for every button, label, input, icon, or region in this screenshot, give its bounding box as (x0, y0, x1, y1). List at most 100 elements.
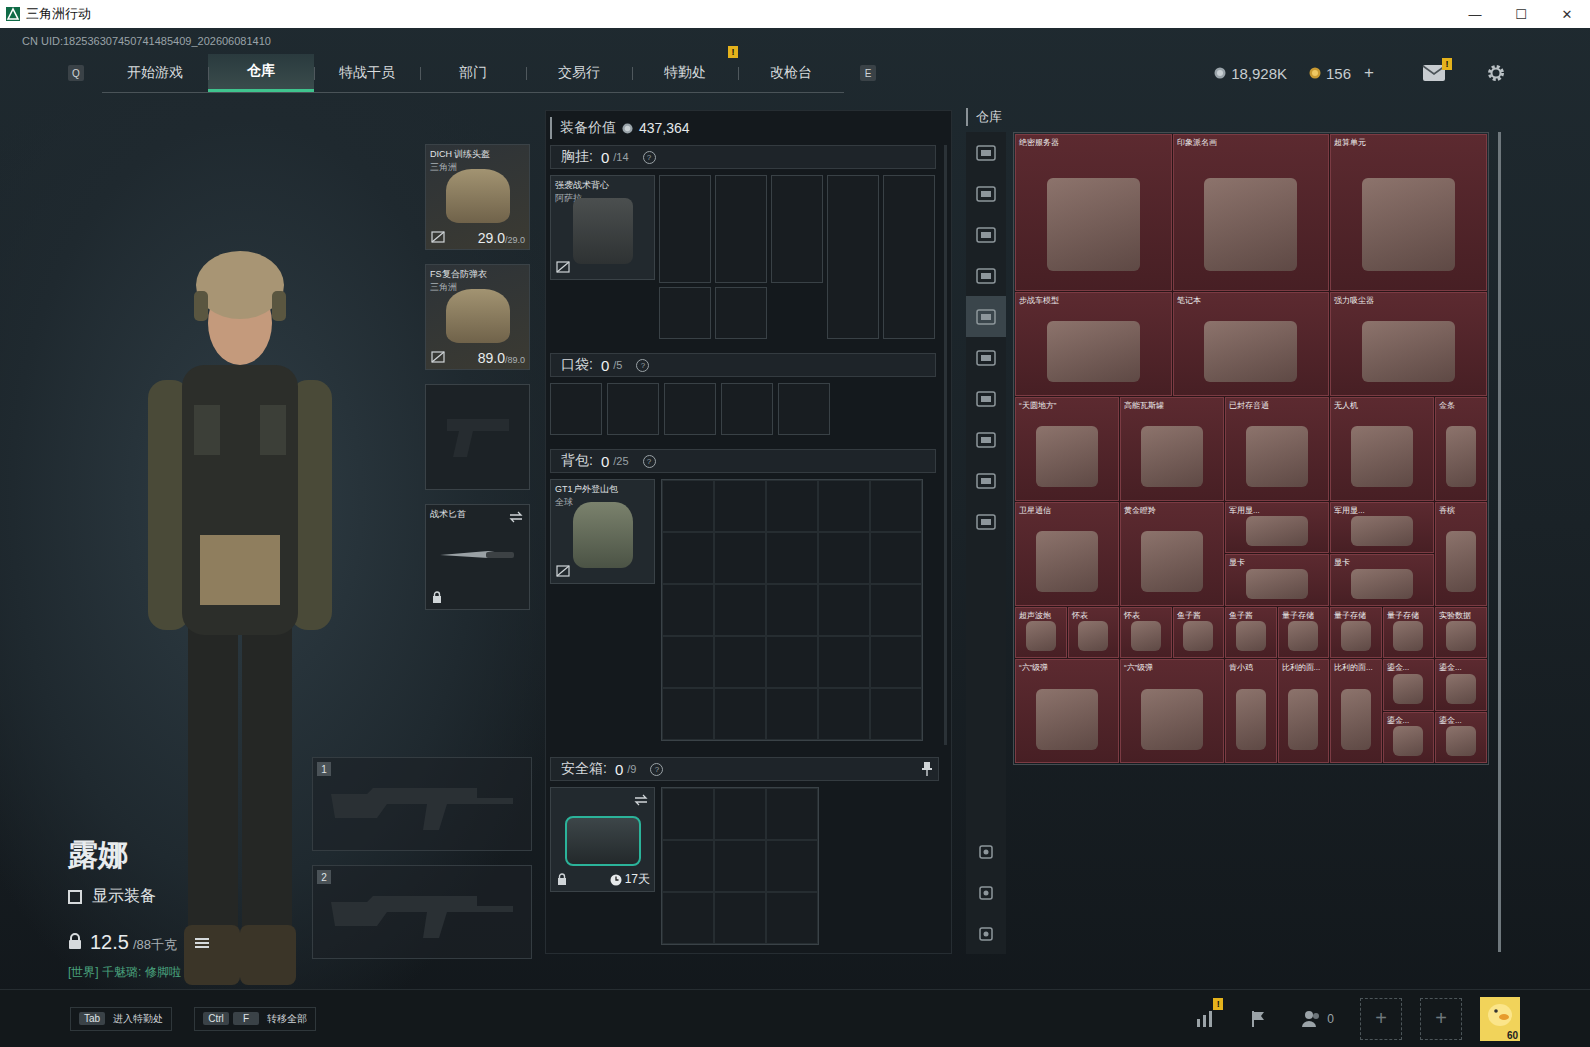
warehouse-item[interactable]: 绝密服务器 (1015, 134, 1172, 291)
pocket-cell[interactable] (778, 383, 830, 435)
warehouse-item[interactable]: 比利的面... (1278, 659, 1330, 763)
key-hint[interactable]: CtrlF转移全部 (194, 1007, 316, 1031)
warehouse-item[interactable]: 量子存储 (1383, 607, 1435, 659)
add-teammate-slot[interactable]: + (1360, 998, 1402, 1040)
weapon-slot[interactable]: 1 (312, 757, 532, 851)
flag-button[interactable] (1241, 1010, 1275, 1028)
warehouse-item[interactable]: 卫星通信 (1015, 502, 1119, 606)
warehouse-item[interactable]: 香槟 (1435, 502, 1487, 606)
backpack-cell[interactable] (766, 688, 818, 740)
window-control-button[interactable]: — (1452, 7, 1498, 22)
gear-slot[interactable]: FS复合防弹衣三角洲89.0/89.0 (425, 264, 530, 370)
chest-rig-cell[interactable] (827, 175, 879, 339)
backpack-cell[interactable] (766, 636, 818, 688)
warehouse-item[interactable]: 鱼子酱 (1225, 607, 1277, 659)
chest-rig-cell[interactable] (715, 287, 767, 339)
backpack-cell[interactable] (870, 688, 922, 740)
warehouse-item[interactable]: 肯小鸡 (1225, 659, 1277, 763)
warehouse-item[interactable]: 高能瓦斯罐 (1120, 397, 1224, 501)
safe-box-item[interactable]: 17天 (550, 787, 655, 892)
help-button[interactable]: ? (636, 359, 649, 372)
nav-tab[interactable]: 改枪台 (738, 54, 844, 92)
prev-tab-key[interactable]: Q (68, 65, 84, 81)
backpack-cell[interactable] (714, 636, 766, 688)
warehouse-item[interactable]: 超声波炮 (1015, 607, 1067, 659)
warehouse-tool-button[interactable] (966, 913, 1006, 954)
backpack-cell[interactable] (714, 688, 766, 740)
warehouse-item[interactable]: 军用显... (1225, 502, 1329, 554)
chest-rig-item[interactable]: 强袭战术背心阿萨拉 (550, 175, 655, 280)
backpack-cell[interactable] (818, 584, 870, 636)
key-hint[interactable]: Tab进入特勤处 (70, 1007, 172, 1031)
warehouse-item[interactable]: 量子存储 (1330, 607, 1382, 659)
chest-rig-cell[interactable] (771, 175, 823, 283)
warehouse-page-tab[interactable] (966, 173, 1006, 214)
warehouse-item[interactable]: 鱼子酱 (1173, 607, 1225, 659)
warehouse-page-tab[interactable] (966, 460, 1006, 501)
backpack-cell[interactable] (870, 636, 922, 688)
backpack-cell[interactable] (662, 688, 714, 740)
chest-rig-cell[interactable] (715, 175, 767, 283)
warehouse-item[interactable]: 军用显... (1330, 502, 1434, 554)
help-button[interactable]: ? (643, 455, 656, 468)
add-teammate-slot[interactable]: + (1420, 998, 1462, 1040)
safe-box-cell[interactable] (662, 840, 714, 892)
warehouse-item[interactable]: 无人机 (1330, 397, 1434, 501)
warehouse-item[interactable]: 怀表 (1068, 607, 1120, 659)
backpack-cell[interactable] (662, 636, 714, 688)
safe-box-cell[interactable] (714, 840, 766, 892)
nav-tab[interactable]: 特战干员 (314, 54, 420, 92)
pin-icon[interactable] (922, 762, 932, 776)
player-avatar[interactable]: 60 (1480, 997, 1520, 1041)
backpack-cell[interactable] (714, 532, 766, 584)
add-coupons-button[interactable]: + (1364, 63, 1374, 83)
warehouse-item[interactable]: 显卡 (1225, 554, 1329, 606)
warehouse-item[interactable]: 鎏金... (1435, 712, 1487, 764)
backpack-cell[interactable] (714, 584, 766, 636)
warehouse-tool-button[interactable] (966, 831, 1006, 872)
pocket-cell[interactable] (550, 383, 602, 435)
warehouse-page-tab[interactable] (966, 378, 1006, 419)
warehouse-page-tab[interactable] (966, 214, 1006, 255)
friends-button[interactable]: 0 (1293, 1010, 1342, 1028)
warehouse-item[interactable]: 鎏金... (1383, 712, 1435, 764)
settings-gear-icon[interactable] (1486, 63, 1506, 83)
world-chat-line[interactable]: [世界] 千魅璐: 修脚啦 (68, 964, 425, 981)
warehouse-item[interactable]: 笔记本 (1173, 292, 1330, 396)
pocket-cell[interactable] (607, 383, 659, 435)
help-button[interactable]: ? (650, 763, 663, 776)
warehouse-item[interactable]: 步战车模型 (1015, 292, 1172, 396)
warehouse-item[interactable]: 比利的面... (1330, 659, 1382, 763)
gear-slot[interactable] (425, 384, 530, 490)
nav-tab[interactable]: 开始游戏 (102, 54, 208, 92)
safe-box-cell[interactable] (662, 892, 714, 944)
warehouse-item[interactable]: “天圆地方” (1015, 397, 1119, 501)
backpack-cell[interactable] (870, 532, 922, 584)
warehouse-item[interactable]: 超算单元 (1330, 134, 1487, 291)
warehouse-item[interactable]: 量子存储 (1278, 607, 1330, 659)
help-button[interactable]: ? (643, 151, 656, 164)
warehouse-page-tab[interactable] (966, 337, 1006, 378)
swap-icon[interactable] (509, 511, 523, 523)
window-control-button[interactable]: ☐ (1498, 7, 1544, 22)
chest-rig-cell[interactable] (659, 287, 711, 339)
warehouse-item[interactable]: 黄金瞪羚 (1120, 502, 1224, 606)
stats-button[interactable]: ! (1187, 1010, 1223, 1028)
backpack-cell[interactable] (818, 480, 870, 532)
backpack-cell[interactable] (818, 532, 870, 584)
warehouse-item[interactable]: 金条 (1435, 397, 1487, 501)
warehouse-page-tab[interactable] (966, 419, 1006, 460)
chest-rig-cell[interactable] (659, 175, 711, 283)
nav-tab[interactable]: 交易行 (526, 54, 632, 92)
pocket-cell[interactable] (721, 383, 773, 435)
weight-details-icon[interactable] (195, 937, 209, 949)
backpack-cell[interactable] (818, 636, 870, 688)
checkbox-box[interactable] (68, 890, 82, 904)
warehouse-page-tab[interactable] (966, 501, 1006, 542)
safe-box-cell[interactable] (714, 788, 766, 840)
warehouse-item[interactable]: 鎏金... (1435, 659, 1487, 711)
safe-box-cell[interactable] (766, 840, 818, 892)
warehouse-scrollbar[interactable] (1498, 132, 1501, 952)
warehouse-item[interactable]: 实验数据 (1435, 607, 1487, 659)
show-gear-checkbox[interactable]: 显示装备 (68, 886, 425, 907)
